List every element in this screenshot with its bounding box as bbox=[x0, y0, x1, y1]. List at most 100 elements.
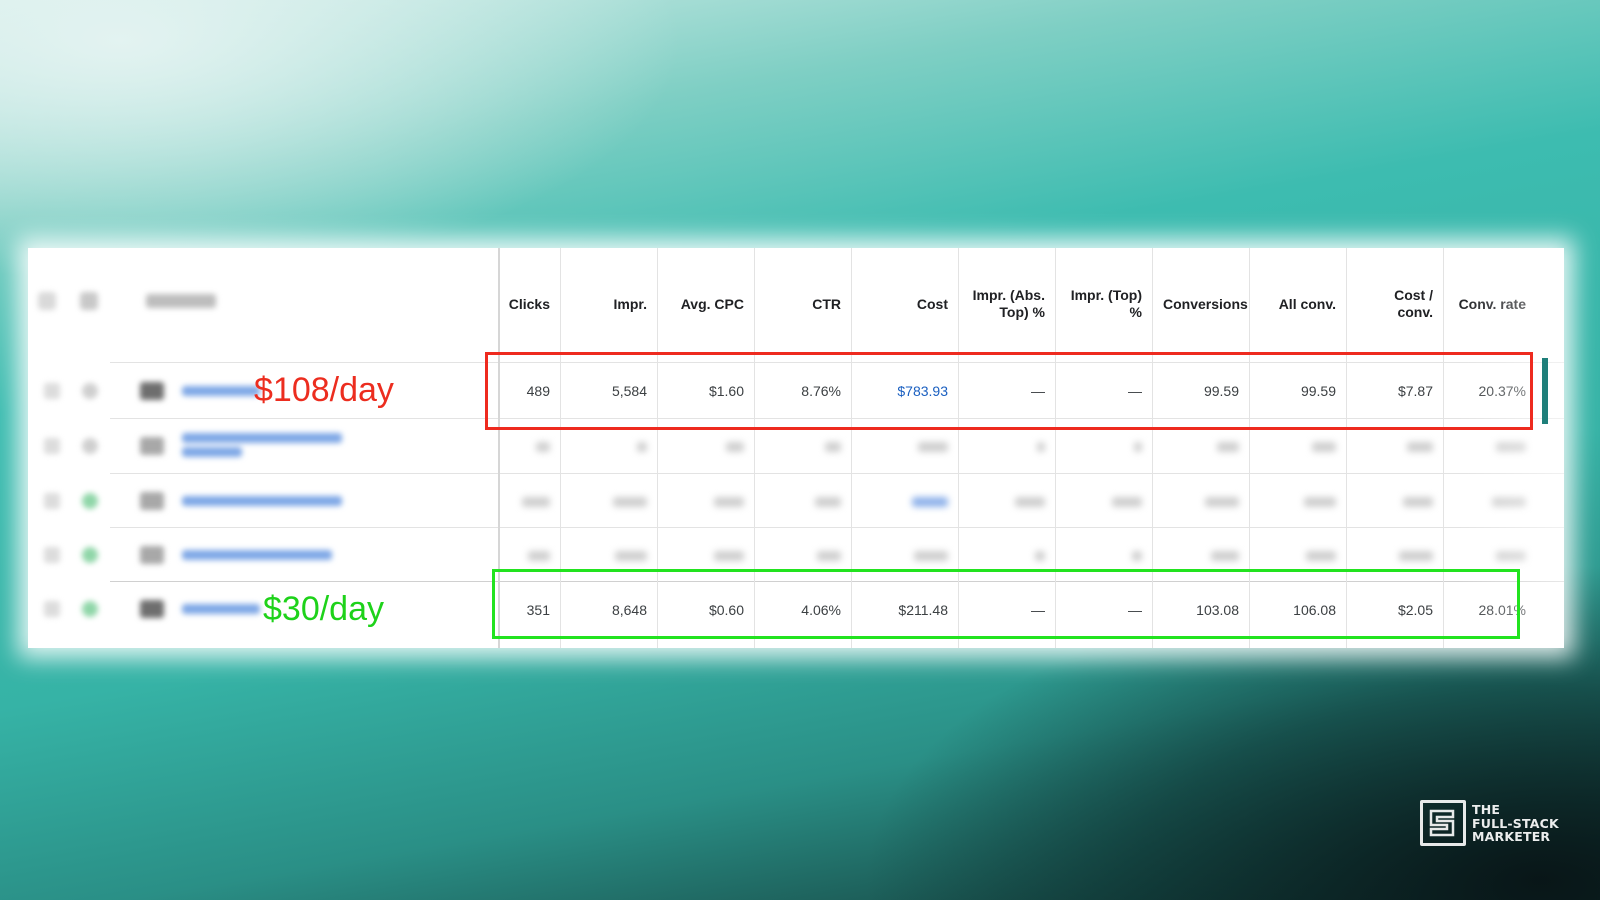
blurred-row-cell bbox=[561, 419, 657, 475]
high-spend-row-ctr: 8.76% bbox=[801, 383, 841, 399]
redacted-value bbox=[637, 442, 647, 452]
high-spend-row-conversions: 99.59 bbox=[1203, 383, 1239, 399]
campaign-type-icon bbox=[140, 437, 164, 455]
redacted-value bbox=[613, 497, 647, 507]
column-header-cost_conv[interactable]: Cost / conv. bbox=[1347, 248, 1443, 360]
blurred-row-cell bbox=[755, 474, 851, 530]
column-header-impr_abs_top[interactable]: Impr. (Abs. Top) % bbox=[959, 248, 1055, 360]
column-header-conv_rate[interactable]: Conv. rate bbox=[1444, 248, 1536, 360]
blurred-row-cell bbox=[959, 474, 1055, 530]
campaign-name-link[interactable] bbox=[182, 550, 332, 560]
column-header-clicks[interactable]: Clicks bbox=[500, 248, 560, 360]
low-spend-row-clicks: 351 bbox=[526, 602, 550, 618]
high-spend-row-conv_rate: 20.37% bbox=[1478, 383, 1526, 399]
high-spend-row-all_conv: 99.59 bbox=[1300, 383, 1336, 399]
status-dot[interactable] bbox=[82, 438, 98, 454]
blurred-row-cell bbox=[1444, 474, 1536, 530]
left-row-2 bbox=[44, 419, 510, 473]
column-all_conv: All conv. 99.59 106.08 bbox=[1249, 248, 1346, 648]
row-checkbox[interactable] bbox=[44, 383, 60, 399]
redacted-value bbox=[536, 442, 550, 452]
column-header-cost[interactable]: Cost bbox=[852, 248, 958, 360]
campaign-name-link[interactable] bbox=[182, 496, 342, 506]
campaign-name-link[interactable] bbox=[182, 386, 260, 396]
column-header-ctr[interactable]: CTR bbox=[755, 248, 851, 360]
column-header-impr[interactable]: Impr. bbox=[561, 248, 657, 360]
blurred-row-cell bbox=[1153, 528, 1249, 584]
redacted-value bbox=[1217, 442, 1239, 452]
column-header-impr_top[interactable]: Impr. (Top) % bbox=[1056, 248, 1152, 360]
redacted-value bbox=[912, 497, 948, 507]
low-spend-row-all_conv: 106.08 bbox=[1293, 602, 1336, 618]
blurred-row-cell bbox=[500, 474, 560, 530]
redacted-value bbox=[1304, 497, 1336, 507]
campaign-column-header[interactable] bbox=[146, 294, 216, 308]
high-spend-row-impr_abs_top: — bbox=[1031, 383, 1045, 399]
campaign-type-icon bbox=[140, 600, 164, 618]
campaign-type-icon bbox=[140, 382, 164, 400]
redacted-value bbox=[1407, 442, 1433, 452]
redacted-value bbox=[815, 497, 841, 507]
campaign-name-link[interactable] bbox=[182, 433, 342, 443]
column-impr_top: Impr. (Top) % — — bbox=[1055, 248, 1152, 648]
column-cost_conv: Cost / conv. $7.87 $2.05 bbox=[1346, 248, 1443, 648]
left-row-4 bbox=[44, 528, 510, 582]
table-header-left bbox=[28, 248, 508, 360]
high-spend-row-clicks: 489 bbox=[526, 383, 550, 399]
column-header-conversions[interactable]: Conversions bbox=[1153, 248, 1249, 360]
campaign-type-icon bbox=[140, 492, 164, 510]
low-spend-row-cost: $211.48 bbox=[898, 602, 948, 618]
column-impr_abs_top: Impr. (Abs. Top) % — — bbox=[958, 248, 1055, 648]
high-spend-row-impr: 5,584 bbox=[611, 383, 647, 399]
blurred-row-cell bbox=[959, 419, 1055, 475]
column-header-avg_cpc[interactable]: Avg. CPC bbox=[658, 248, 754, 360]
redacted-value bbox=[1496, 551, 1526, 561]
redacted-value bbox=[1496, 442, 1526, 452]
blurred-row-cell bbox=[658, 474, 754, 530]
redacted-value bbox=[615, 551, 647, 561]
blurred-row-cell bbox=[1347, 419, 1443, 475]
blurred-row-cell bbox=[1444, 419, 1536, 475]
blurred-row-cell bbox=[658, 528, 754, 584]
status-dot[interactable] bbox=[82, 383, 98, 399]
campaign-name-link-line2[interactable] bbox=[182, 447, 242, 457]
blurred-row-cell bbox=[561, 474, 657, 530]
blurred-row-cell bbox=[755, 419, 851, 475]
row-checkbox[interactable] bbox=[44, 547, 60, 563]
logo-line-3: MARKETER bbox=[1472, 829, 1551, 844]
column-cost: Cost $783.93 $211.48 bbox=[851, 248, 958, 648]
status-dot[interactable] bbox=[82, 601, 98, 617]
redacted-value bbox=[825, 442, 841, 452]
high-spend-row-avg_cpc: $1.60 bbox=[708, 383, 744, 399]
blurred-row-cell bbox=[1347, 474, 1443, 530]
status-filter-icon[interactable] bbox=[80, 292, 98, 310]
row-checkbox[interactable] bbox=[44, 601, 60, 617]
column-impr: Impr. 5,584 8,648 bbox=[560, 248, 657, 648]
high-spend-row-cost[interactable]: $783.93 bbox=[852, 363, 958, 419]
logo-mark-icon bbox=[1420, 800, 1466, 846]
redacted-value bbox=[1312, 442, 1336, 452]
blurred-row-cell bbox=[1056, 474, 1152, 530]
redacted-value bbox=[726, 442, 744, 452]
low-spend-row-impr: 8,648 bbox=[611, 602, 647, 618]
blurred-row-cell bbox=[1444, 528, 1536, 584]
full-stack-marketer-logo: THE FULL-STACK MARKETER bbox=[1420, 800, 1570, 848]
select-all-checkbox[interactable] bbox=[38, 292, 56, 310]
redacted-value bbox=[1403, 497, 1433, 507]
column-header-all_conv[interactable]: All conv. bbox=[1250, 248, 1346, 360]
redacted-value bbox=[714, 551, 744, 561]
blurred-row-cell bbox=[1153, 474, 1249, 530]
status-dot[interactable] bbox=[82, 493, 98, 509]
redacted-value bbox=[714, 497, 744, 507]
row-checkbox[interactable] bbox=[44, 438, 60, 454]
column-clicks: Clicks 489 351 bbox=[498, 248, 560, 648]
status-dot[interactable] bbox=[82, 547, 98, 563]
blurred-row-cell bbox=[1250, 528, 1346, 584]
redacted-value bbox=[1037, 442, 1045, 452]
high-spend-row-impr_top: — bbox=[1128, 383, 1142, 399]
campaign-name-link[interactable] bbox=[182, 604, 260, 614]
row-checkbox[interactable] bbox=[44, 493, 60, 509]
blurred-row-cell bbox=[852, 474, 958, 530]
campaign-type-icon bbox=[140, 546, 164, 564]
blurred-row-cell bbox=[1250, 474, 1346, 530]
